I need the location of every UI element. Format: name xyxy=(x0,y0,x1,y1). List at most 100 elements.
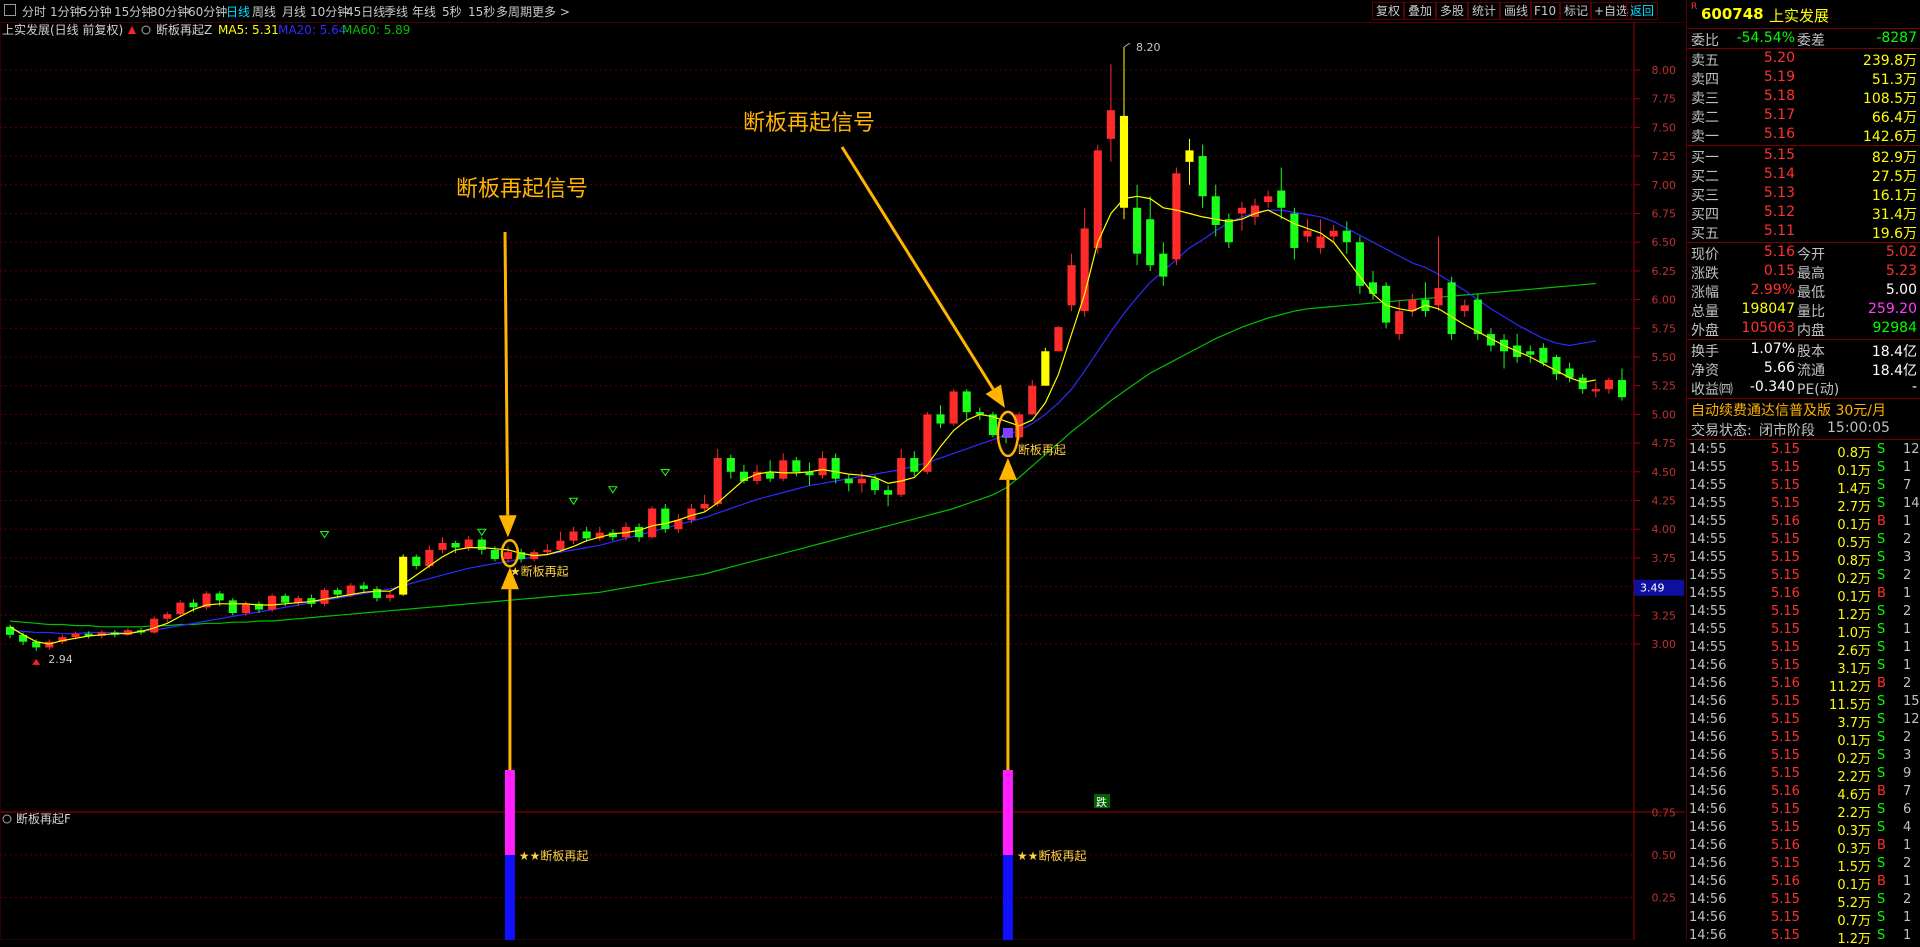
candle[interactable] xyxy=(1106,64,1115,162)
candle[interactable] xyxy=(713,448,722,507)
candle[interactable] xyxy=(425,545,434,569)
candle[interactable] xyxy=(1513,334,1522,363)
ask-row[interactable]: 卖四 5.19 51.3万 xyxy=(1687,68,1920,88)
sub-settings-icon[interactable] xyxy=(2,814,12,824)
candle[interactable] xyxy=(1604,377,1613,394)
candle[interactable] xyxy=(202,591,211,610)
candle[interactable] xyxy=(1224,213,1233,248)
candle[interactable] xyxy=(1146,196,1155,271)
candle[interactable] xyxy=(674,514,683,533)
bid-row[interactable]: 买一 5.15 82.9万 xyxy=(1687,146,1920,166)
period-tab-2[interactable]: 5分钟 xyxy=(80,3,112,20)
candle[interactable] xyxy=(1303,219,1312,243)
candle[interactable] xyxy=(268,593,277,612)
candle[interactable] xyxy=(1565,362,1574,383)
ask-row[interactable]: 卖三 5.18 108.5万 xyxy=(1687,87,1920,107)
candle[interactable] xyxy=(635,523,644,542)
candle[interactable] xyxy=(1316,219,1325,254)
period-tab-0[interactable]: 分时 xyxy=(22,3,46,20)
candle[interactable] xyxy=(228,598,237,616)
candle[interactable] xyxy=(399,554,408,596)
candle[interactable] xyxy=(1185,138,1194,185)
candle[interactable] xyxy=(884,485,893,507)
candle[interactable] xyxy=(477,537,486,555)
candle[interactable] xyxy=(805,462,814,486)
period-tab-8[interactable]: 月线 xyxy=(282,3,306,20)
period-tab-6[interactable]: 日线 xyxy=(226,3,250,20)
candle[interactable] xyxy=(176,600,185,617)
settings-icon[interactable] xyxy=(141,25,151,35)
promo-banner[interactable]: 自动续费通达信普及版 30元/月 xyxy=(1687,399,1920,419)
candle[interactable] xyxy=(1250,198,1260,225)
candle[interactable] xyxy=(163,611,172,623)
bid-row[interactable]: 买三 5.13 16.1万 xyxy=(1687,184,1920,204)
candle[interactable] xyxy=(412,554,421,570)
period-tab-16[interactable]: 更多 > xyxy=(532,3,570,20)
ask-row[interactable]: 卖二 5.17 66.4万 xyxy=(1687,106,1920,126)
candle[interactable] xyxy=(1159,242,1168,286)
candle[interactable] xyxy=(648,506,657,539)
candle[interactable] xyxy=(1460,299,1469,317)
candle[interactable] xyxy=(123,627,133,636)
candle[interactable] xyxy=(1277,167,1286,220)
candle[interactable] xyxy=(1526,345,1535,363)
candle[interactable] xyxy=(1434,236,1443,312)
period-tab-5[interactable]: 60分钟 xyxy=(188,3,227,20)
bid-row[interactable]: 买二 5.14 27.5万 xyxy=(1687,165,1920,185)
candle[interactable] xyxy=(1578,374,1587,394)
candle[interactable] xyxy=(1172,167,1181,266)
period-tab-14[interactable]: 15秒 xyxy=(468,3,495,20)
period-tab-10[interactable]: 45日线 xyxy=(346,3,385,20)
candle[interactable] xyxy=(1028,379,1037,415)
toolbar-button-0[interactable]: 复权 xyxy=(1372,2,1405,20)
candle[interactable] xyxy=(779,453,788,481)
candle[interactable] xyxy=(1290,207,1299,260)
period-tab-15[interactable]: 多周期 xyxy=(496,3,532,20)
candle[interactable] xyxy=(1264,190,1273,208)
candle[interactable] xyxy=(1041,347,1050,386)
candle[interactable] xyxy=(503,546,513,563)
candle[interactable] xyxy=(320,587,329,607)
bid-row[interactable]: 买四 5.12 31.4万 xyxy=(1687,203,1920,223)
candle[interactable] xyxy=(1067,253,1076,312)
candle[interactable] xyxy=(726,454,735,479)
candle[interactable] xyxy=(1447,276,1456,340)
period-tab-3[interactable]: 15分钟 xyxy=(114,3,153,20)
candle[interactable] xyxy=(962,389,971,421)
ask-row[interactable]: 卖一 5.16 142.6万 xyxy=(1687,125,1920,145)
candle[interactable] xyxy=(5,624,15,639)
candle[interactable] xyxy=(1080,207,1089,317)
candle[interactable] xyxy=(1355,236,1364,294)
candle[interactable] xyxy=(910,451,919,477)
candle[interactable] xyxy=(556,531,565,553)
candle[interactable] xyxy=(464,536,473,552)
candle[interactable] xyxy=(936,405,945,429)
ask-row[interactable]: 卖五 5.20 239.8万 xyxy=(1687,49,1920,69)
toolbar-button-1[interactable]: 叠加 xyxy=(1404,2,1437,20)
candle[interactable] xyxy=(438,537,447,554)
period-tab-9[interactable]: 10分钟 xyxy=(310,3,349,20)
candle[interactable] xyxy=(1054,326,1063,352)
toolbar-button-6[interactable]: 标记 xyxy=(1560,2,1593,20)
candle[interactable] xyxy=(359,582,368,593)
candle[interactable] xyxy=(1119,47,1129,220)
toolbar-button-5[interactable]: F10 xyxy=(1530,2,1561,20)
candle[interactable] xyxy=(1591,382,1600,398)
bid-row[interactable]: 买五 5.11 19.6万 xyxy=(1687,222,1920,242)
toolbar-button-3[interactable]: 统计 xyxy=(1468,2,1501,20)
candle[interactable] xyxy=(897,448,906,498)
kline-chart[interactable]: 上实发展(日线 前复权) 断板再起Z MA5: 5.31 MA20: 5.64MA60… xyxy=(0,21,1685,941)
candle[interactable] xyxy=(1198,144,1207,208)
candle[interactable] xyxy=(1395,299,1404,340)
candle[interactable] xyxy=(386,591,395,602)
menu-icon[interactable] xyxy=(4,4,16,16)
toolbar-button-4[interactable]: 画线 xyxy=(1500,2,1533,20)
candle[interactable] xyxy=(1499,334,1509,369)
candle[interactable] xyxy=(661,503,670,533)
candle[interactable] xyxy=(1421,282,1430,317)
candle[interactable] xyxy=(949,389,958,426)
period-tab-12[interactable]: 年线 xyxy=(412,3,436,20)
period-tab-4[interactable]: 30分钟 xyxy=(150,3,189,20)
period-tab-11[interactable]: 季线 xyxy=(384,3,408,20)
toolbar-button-2[interactable]: 多股 xyxy=(1436,2,1469,20)
